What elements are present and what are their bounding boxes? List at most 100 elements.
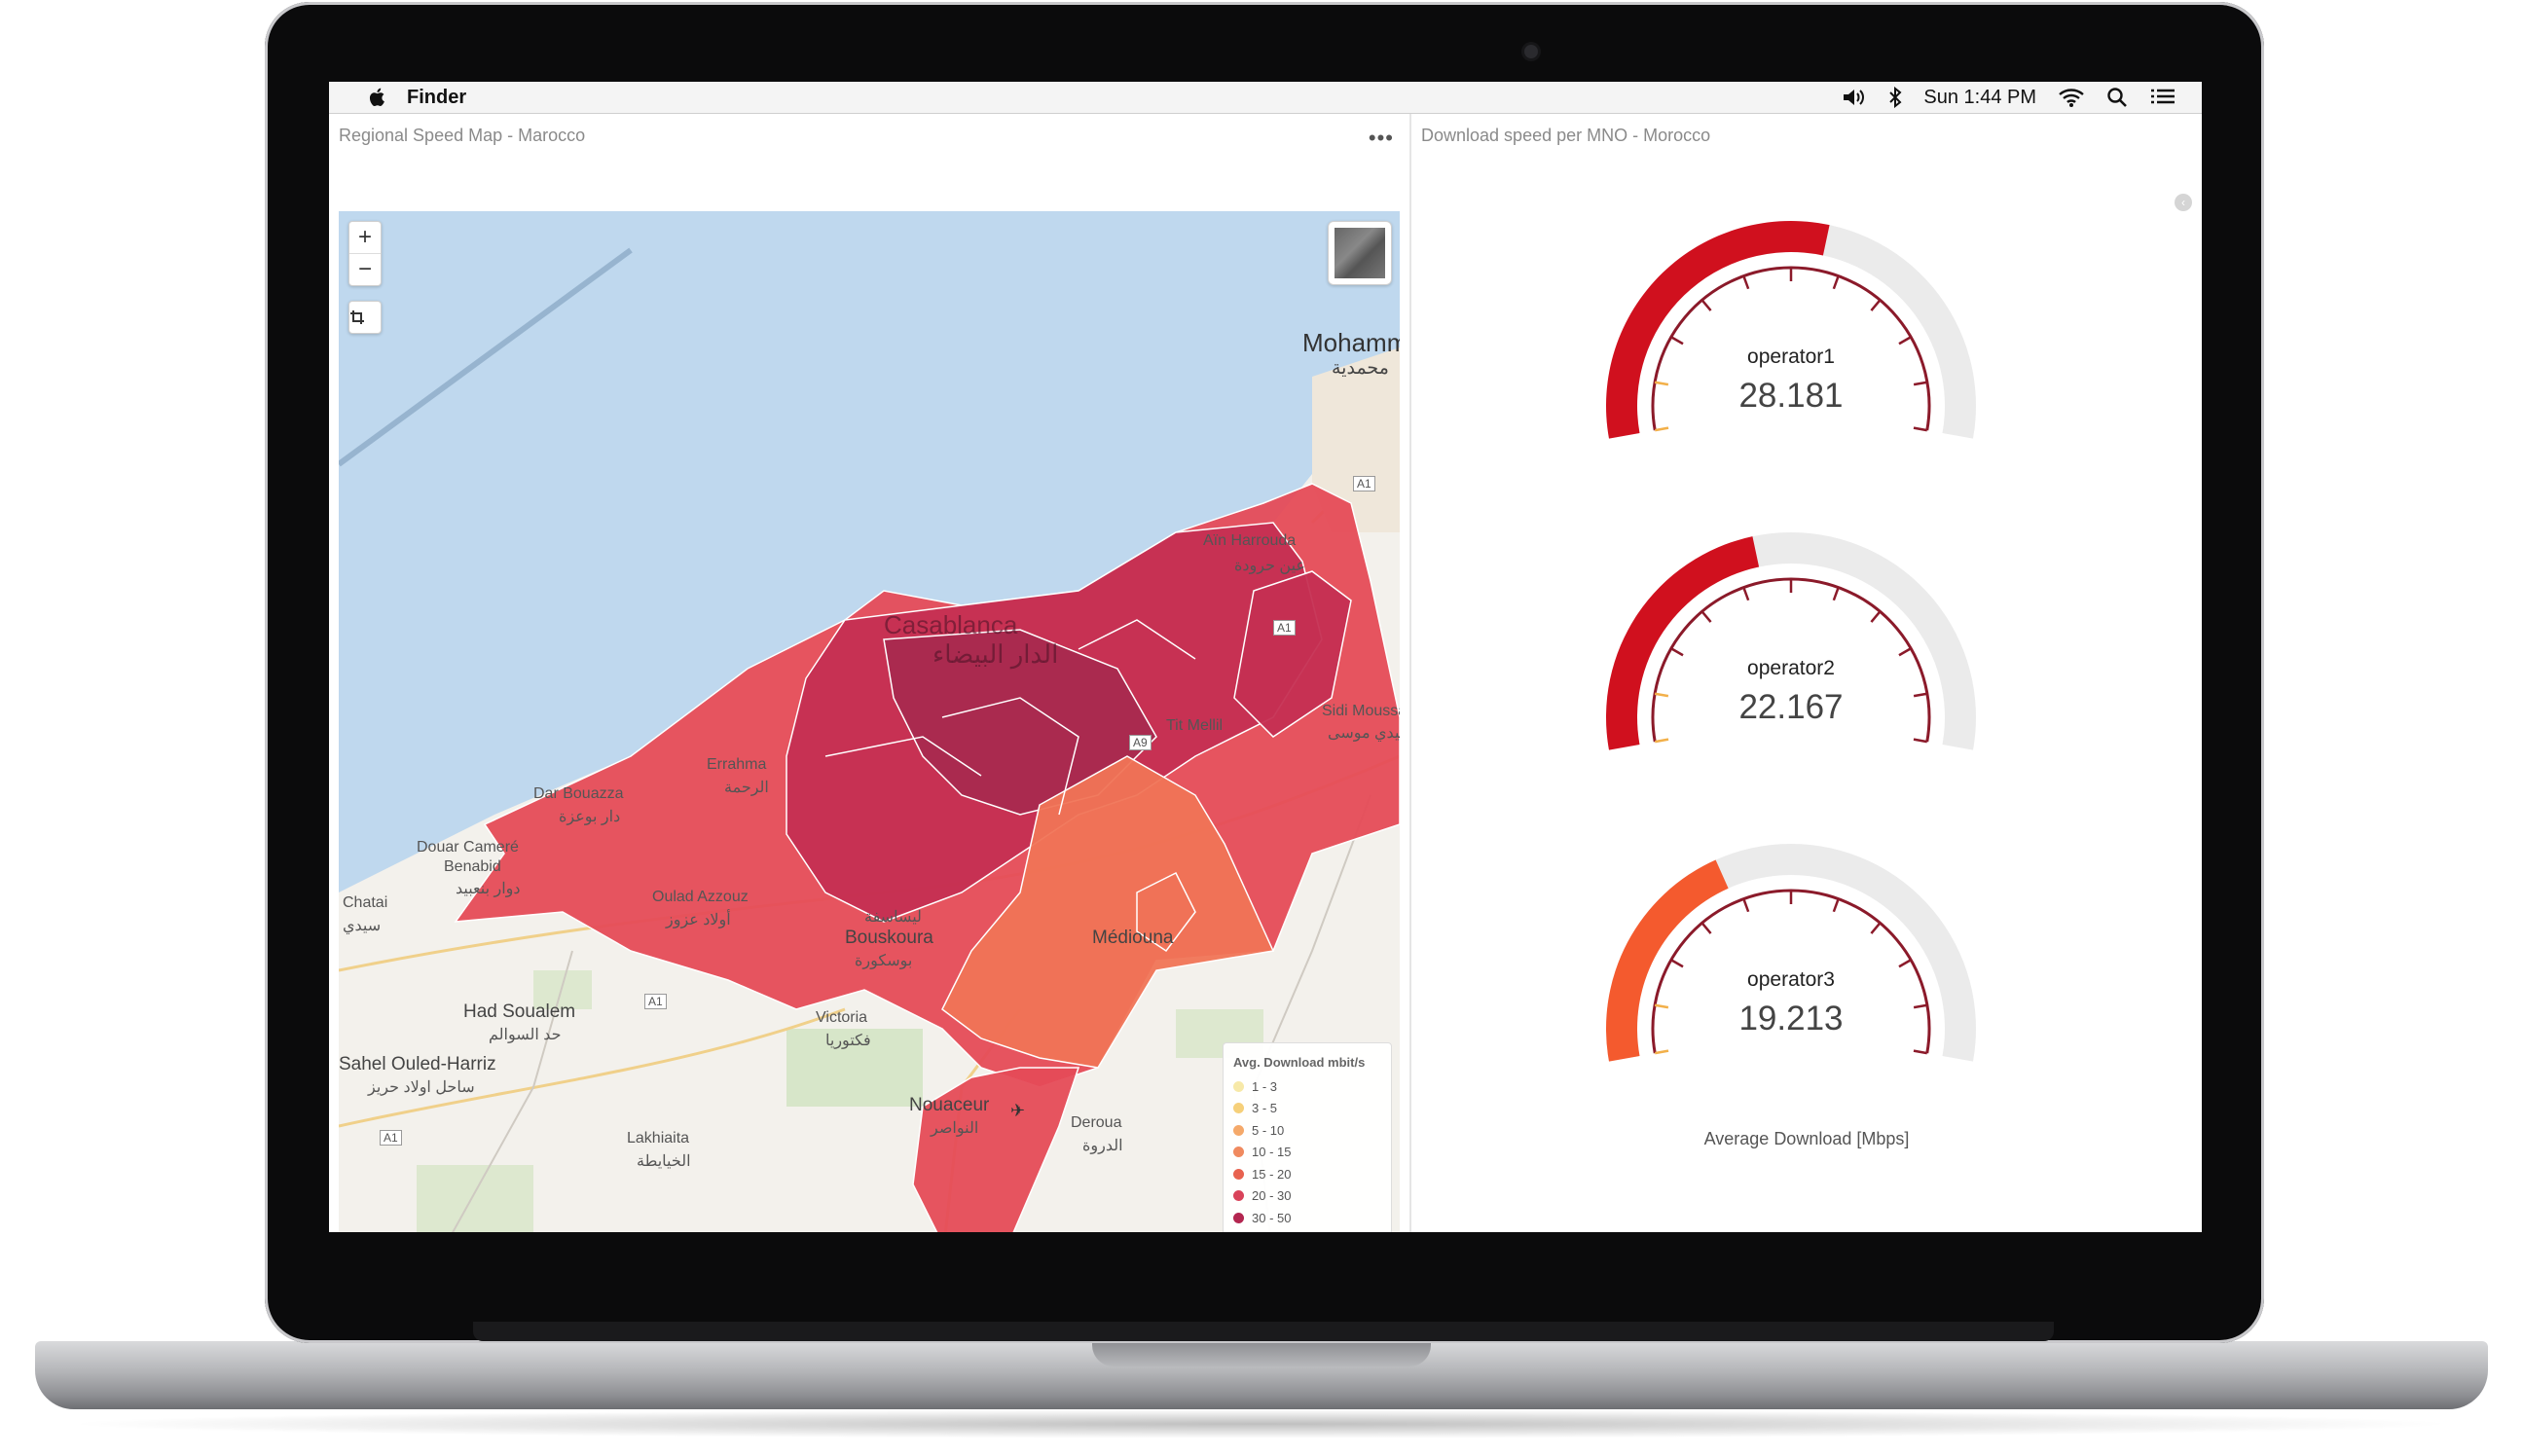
gauge-tick	[1832, 898, 1840, 913]
label-lakhiaita-ar: الخيايطة	[637, 1153, 691, 1170]
gauge-tick	[1700, 299, 1712, 311]
label-oulad-azzouz-ar: أولاد عزوز	[666, 912, 731, 928]
layer-switcher-button[interactable]	[1328, 221, 1392, 285]
legend-swatch	[1233, 1147, 1244, 1158]
laptop-shadow	[58, 1409, 2463, 1438]
crop-icon	[350, 310, 364, 324]
legend-label: 1 - 3	[1252, 1078, 1278, 1094]
legend-label: 3 - 5	[1252, 1101, 1278, 1116]
wifi-icon[interactable]	[2058, 87, 2085, 108]
legend-label: 20 - 30	[1252, 1188, 1292, 1204]
label-nouaceur: Nouaceur	[909, 1095, 990, 1115]
legend-label: 15 - 20	[1252, 1166, 1292, 1182]
gauge-tick	[1913, 738, 1927, 744]
label-oulad-azzouz: Oulad Azzouz	[652, 889, 749, 905]
legend-item: 30 - 50	[1233, 1207, 1391, 1229]
gauge-tick	[1832, 587, 1840, 601]
zoom-out-button[interactable]: −	[349, 253, 381, 285]
label-douar: Douar Cameré	[417, 839, 519, 855]
gauge-tick	[1670, 336, 1684, 346]
label-casablanca: Casablanca	[884, 610, 1018, 639]
legend-label: 10 - 15	[1252, 1145, 1292, 1160]
gauge-label: operator1	[1747, 346, 1835, 368]
laptop-frame: Finder Sun 1:44 PM Regional Speed Map - …	[0, 0, 2523, 1456]
region-nouaceur	[912, 1067, 1080, 1232]
label-sahel: Sahel Ouled-Harriz	[339, 1054, 496, 1074]
menubar-clock[interactable]: Sun 1:44 PM	[1923, 87, 2036, 109]
legend-swatch	[1233, 1168, 1244, 1180]
laptop-hinge	[473, 1322, 2054, 1341]
map-panel: Regional Speed Map - Marocco ••• ✈ Moham…	[329, 114, 1411, 1232]
gauge-tick	[1898, 959, 1912, 968]
label-a1-road: A1	[1353, 476, 1375, 491]
label-errahma: Errahma	[707, 756, 767, 773]
gauge-tick	[1870, 610, 1882, 623]
panel-menu-button[interactable]: •••	[1369, 126, 1394, 151]
legend-item: 5 - 10	[1233, 1119, 1391, 1142]
gauge-tick	[1742, 275, 1750, 290]
search-icon[interactable]	[2106, 87, 2128, 108]
label-tit-mellil: Tit Mellil	[1166, 717, 1224, 734]
legend-item: 3 - 5	[1233, 1098, 1391, 1120]
label-nouaceur-ar: النواصر	[931, 1120, 979, 1137]
gauge-value: 22.167	[1738, 688, 1844, 726]
gauge-label: operator2	[1747, 657, 1835, 679]
screen: Finder Sun 1:44 PM Regional Speed Map - …	[329, 82, 2202, 1232]
gauge-list: operator1 28.181 operator2 22.167 operator3 1…	[1411, 114, 2202, 1232]
menubar: Finder Sun 1:44 PM	[329, 82, 2202, 114]
apple-icon[interactable]	[358, 86, 397, 109]
label-mohammedia-ar: محمدية	[1332, 358, 1389, 379]
volume-icon[interactable]	[1842, 87, 1867, 108]
label-had-soualem: Had Soualem	[463, 1001, 576, 1022]
gauge-tick	[1898, 647, 1912, 657]
label-deroua: Deroua	[1071, 1114, 1122, 1131]
gauge-tick	[1655, 738, 1669, 744]
map-panel-title: Regional Speed Map - Marocco	[339, 126, 586, 145]
label-douar-2: Benabid	[444, 858, 501, 875]
speed-map[interactable]: ✈ Mohamm محمدية Casablanca الدار البيضاء…	[339, 211, 1400, 1232]
gauge-operator1: operator1 28.181	[1587, 201, 1995, 493]
label-victoria-ar: فكتوريا	[825, 1033, 871, 1049]
legend-label: 5 - 10	[1252, 1122, 1285, 1138]
legend-item: 10 - 15	[1233, 1142, 1391, 1164]
label-mohammedia: Mohamm	[1302, 328, 1400, 357]
label-sidi-moussa-ar: سيدي موسى	[1328, 725, 1400, 742]
gauge-tick	[1870, 922, 1882, 934]
label-ain-harrouda-ar: عين حرودة	[1234, 558, 1305, 574]
gauge-tick	[1742, 587, 1750, 601]
gauge-tick	[1898, 336, 1912, 346]
label-a9-road: A9	[1129, 735, 1152, 750]
bluetooth-icon[interactable]	[1888, 87, 1902, 108]
zoom-in-button[interactable]: +	[349, 222, 381, 253]
gauge-tick	[1913, 1049, 1927, 1055]
gauge-tick	[1700, 610, 1712, 623]
legend-label: 30 - 50	[1252, 1210, 1292, 1225]
map-legend: Avg. Download mbit/s 1 - 3 3 - 5 5 - 10 10 …	[1223, 1042, 1392, 1232]
label-errahma-ar: الرحمة	[724, 780, 769, 796]
gauge-value: 19.213	[1738, 1000, 1844, 1037]
label-lissasfa-ar: ليساسفة	[864, 909, 922, 926]
label-mediouna: Médiouna	[1092, 928, 1174, 948]
legend-swatch	[1233, 1103, 1244, 1114]
label-sahel-ar: ساحل اولاد حريز	[368, 1079, 475, 1096]
app-name[interactable]: Finder	[407, 87, 466, 109]
label-chatai-ar: سيدي	[343, 918, 382, 934]
label-bouskoura-ar: بوسكورة	[855, 953, 913, 969]
satellite-thumbnail	[1335, 228, 1385, 278]
gauge-operator2: operator2 22.167	[1587, 513, 1995, 805]
label-deroua-ar: الدروة	[1082, 1138, 1123, 1154]
label-douar-ar: دوار بنعبيد	[456, 881, 521, 897]
legend-swatch	[1233, 1190, 1244, 1202]
legend-title: Avg. Download mbit/s	[1233, 1055, 1366, 1070]
list-icon[interactable]	[2149, 87, 2176, 108]
label-ain-harrouda: Aïn Harrouda	[1203, 532, 1297, 549]
crop-button[interactable]	[348, 301, 382, 334]
label-sidi-moussa: Sidi Moussa	[1322, 703, 1400, 719]
park-area	[417, 1165, 533, 1232]
label-chatai: Chatai	[343, 894, 388, 911]
label-victoria: Victoria	[816, 1009, 868, 1026]
legend-swatch	[1233, 1124, 1244, 1136]
gauge-operator3: operator3 19.213	[1587, 824, 1995, 1116]
label-casablanca-ar: الدار البيضاء	[932, 639, 1059, 669]
label-dar-bouazza: Dar Bouazza	[533, 785, 624, 802]
